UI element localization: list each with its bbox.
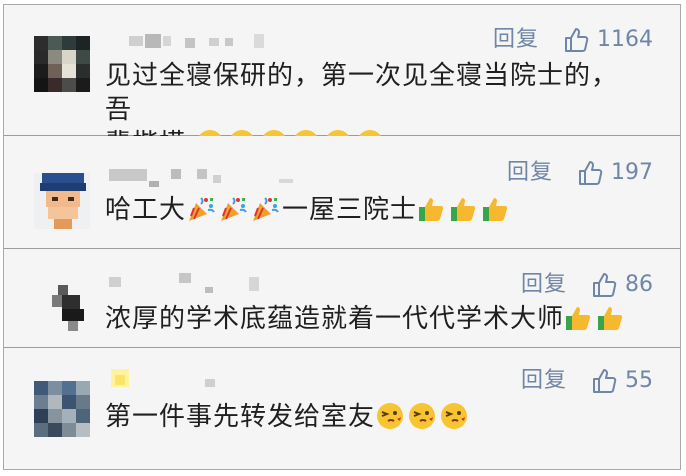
thumbs-up-outline-icon[interactable] [577,160,603,186]
thumbs-up-outline-icon[interactable] [591,368,617,394]
comment-actions: 回复 86 [521,272,653,298]
comment-text-line1: 见过全寝保研的，第一次见全寝当院士的，吾 [105,61,619,125]
thumbs-up-icon [564,303,594,333]
comment-actions: 回复 197 [507,160,653,186]
username-blurred[interactable] [129,30,269,52]
wink-kiss-face-icon [439,401,469,431]
comment-card: 回复 197 哈工大 一屋三院士 [4,136,680,249]
comment-actions: 回复 55 [521,368,653,394]
avatar[interactable] [44,277,100,333]
avatar[interactable] [34,381,90,437]
thumbs-up-icon [449,194,479,224]
comment-text: 第一件事先转发给室友 [105,400,640,434]
avatar[interactable] [34,173,90,229]
reply-button[interactable]: 回复 [521,368,567,394]
comment-actions: 回复 1164 [493,27,653,53]
like-count: 86 [625,272,653,297]
like-count: 197 [611,160,653,185]
comment-text-a: 哈工大 [105,195,187,225]
thumbs-up-outline-icon[interactable] [591,272,617,298]
comment-text: 哈工大 一屋三院士 [105,193,640,227]
thumbs-up-icon [481,194,511,224]
thumbs-up-icon [417,194,447,224]
thumbs-up-outline-icon[interactable] [563,27,589,53]
comment-card: 回复 86 浓厚的学术底蕴造就着一代代学术大师 [4,249,680,348]
comment-card: 回复 55 第一件事先转发给室友 [4,348,680,469]
like-count: 1164 [597,27,653,52]
avatar[interactable] [34,36,90,92]
username-blurred[interactable] [109,167,309,189]
wink-kiss-face-icon [375,401,405,431]
comment-card: 回复 1164 见过全寝保研的，第一次见全寝当院士的，吾 辈楷模 [4,5,680,159]
comment-text-body: 浓厚的学术底蕴造就着一代代学术大师 [105,304,565,334]
comment-text: 浓厚的学术底蕴造就着一代代学术大师 [105,302,640,336]
party-popper-icon [186,194,216,224]
comment-list: 回复 1164 见过全寝保研的，第一次见全寝当院士的，吾 辈楷模 [3,4,681,470]
comment-text-b: 一屋三院士 [282,195,418,225]
username-blurred[interactable] [109,367,229,389]
reply-button[interactable]: 回复 [521,272,567,298]
party-popper-icon [218,194,248,224]
like-count: 55 [625,368,653,393]
username-blurred[interactable] [109,273,269,295]
wink-kiss-face-icon [407,401,437,431]
comment-text-body: 第一件事先转发给室友 [105,402,376,432]
reply-button[interactable]: 回复 [493,27,539,53]
thumbs-up-icon [596,303,626,333]
reply-button[interactable]: 回复 [507,160,553,186]
party-popper-icon [250,194,280,224]
